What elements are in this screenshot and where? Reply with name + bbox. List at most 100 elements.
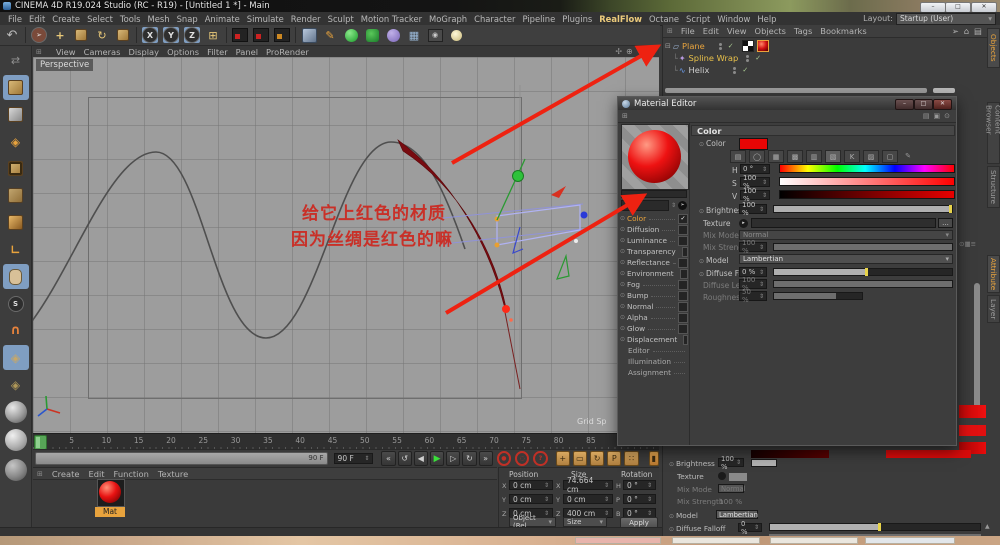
picture-mode-icon[interactable]: ▩ bbox=[787, 150, 803, 163]
channel-luminance[interactable]: ⊙ Luminance bbox=[620, 235, 688, 246]
channel-checkbox[interactable] bbox=[678, 301, 688, 312]
add-cube-icon[interactable] bbox=[301, 27, 317, 43]
channel-checkbox[interactable] bbox=[678, 224, 688, 235]
vp-menu-prorender[interactable]: ProRender bbox=[266, 47, 309, 57]
matmgr-menu-create[interactable]: Create bbox=[52, 469, 80, 479]
panel-menu-icon[interactable]: ⊞ bbox=[667, 27, 673, 35]
render-view-icon[interactable] bbox=[232, 27, 248, 43]
workplane-align-icon[interactable]: ◈ bbox=[3, 372, 29, 397]
om-horizontal-scrollbar[interactable] bbox=[665, 88, 927, 93]
object-name[interactable]: Plane bbox=[682, 41, 705, 51]
deformer-icon[interactable] bbox=[385, 27, 401, 43]
vp-menu-filter[interactable]: Filter bbox=[207, 47, 228, 57]
object-name[interactable]: Helix bbox=[689, 65, 710, 75]
me-panel-menu-icon[interactable]: ⊞ bbox=[622, 112, 628, 120]
palette-sphere3-icon[interactable] bbox=[3, 456, 29, 484]
channel-checkbox[interactable] bbox=[678, 279, 688, 290]
channel-normal[interactable]: ⊙ Normal bbox=[620, 301, 688, 312]
s-field[interactable]: 100 % ⇕ bbox=[740, 174, 770, 190]
om-menu-objects[interactable]: Objects bbox=[755, 26, 786, 36]
environment-icon[interactable]: ▦ bbox=[406, 27, 422, 43]
spinner-icon[interactable]: ⇕ bbox=[671, 202, 676, 209]
texture-path-field[interactable] bbox=[751, 218, 936, 228]
channel-displacement[interactable]: ⊙ Displacement bbox=[620, 334, 688, 345]
camera-icon[interactable]: ◉ bbox=[427, 27, 443, 43]
am-val-gradient[interactable] bbox=[751, 450, 829, 458]
render-picture-viewer-icon[interactable] bbox=[253, 27, 269, 43]
undo-icon[interactable]: ↶ bbox=[4, 27, 20, 43]
swatches-mode-icon[interactable]: ▢ bbox=[882, 150, 898, 163]
generators-icon[interactable] bbox=[343, 27, 359, 43]
om-scrollbar-thumb[interactable] bbox=[933, 88, 955, 93]
prev-frame-button[interactable]: ◀ bbox=[413, 451, 428, 466]
timeline-ruler[interactable]: 0510152025303540455055606570758085 bbox=[33, 433, 659, 450]
move-tool-icon[interactable]: + bbox=[52, 27, 68, 43]
me-minimize-button[interactable]: – bbox=[895, 99, 914, 110]
menu-plugins[interactable]: Plugins bbox=[562, 14, 592, 24]
channel-illumination[interactable]: Illumination bbox=[620, 356, 688, 367]
vp-menu-cameras[interactable]: Cameras bbox=[84, 47, 121, 57]
rgb-mode-icon[interactable]: ▥ bbox=[806, 150, 822, 163]
material-preview[interactable] bbox=[621, 124, 689, 190]
edges-mode-icon[interactable] bbox=[3, 183, 29, 208]
expander-icon[interactable]: ⊟ bbox=[665, 42, 671, 50]
key-rotation-toggle[interactable]: ↻ bbox=[590, 451, 605, 466]
channel-diffusion[interactable]: ⊙ Diffusion bbox=[620, 224, 688, 235]
model-dropdown[interactable]: Lambertian ▾ bbox=[739, 254, 953, 264]
vp-menu-options[interactable]: Options bbox=[167, 47, 199, 57]
preview-range-slider[interactable]: 90 F bbox=[35, 452, 328, 465]
visibility-dots[interactable] bbox=[746, 54, 750, 62]
frame-tick-70[interactable]: 70 bbox=[489, 436, 499, 445]
key-point-level-toggle[interactable]: ∷ bbox=[624, 451, 639, 466]
frame-tick-30[interactable]: 30 bbox=[231, 436, 241, 445]
next-key-button[interactable]: ↻ bbox=[462, 451, 477, 466]
am-red-gradient[interactable] bbox=[886, 450, 971, 458]
me-close-button[interactable]: ✕ bbox=[933, 99, 952, 110]
palette-sphere-icon[interactable] bbox=[3, 399, 29, 424]
menu-tools[interactable]: Tools bbox=[120, 14, 141, 24]
zoom-view-icon[interactable]: ⊕ bbox=[626, 47, 633, 56]
light-icon[interactable] bbox=[448, 27, 464, 43]
viewport-canvas[interactable]: Perspective Grid Sp 给它上红色的材质 因为丝绸是红色的嘛 bbox=[33, 57, 659, 433]
enable-check[interactable]: ✓ bbox=[755, 54, 761, 62]
visibility-dots[interactable] bbox=[733, 66, 737, 74]
eyedropper-icon[interactable]: ✎ bbox=[901, 150, 915, 161]
value-gradient-bar[interactable] bbox=[779, 190, 955, 199]
channel-bump[interactable]: ⊙ Bump bbox=[620, 290, 688, 301]
hsv-mode-icon[interactable]: ▧ bbox=[825, 150, 841, 163]
matmgr-menu-edit[interactable]: Edit bbox=[88, 469, 104, 479]
next-frame-button[interactable]: ▷ bbox=[446, 451, 461, 466]
coordinate-system-icon[interactable]: ⊞ bbox=[205, 27, 221, 43]
matmgr-menu-texture[interactable]: Texture bbox=[158, 469, 188, 479]
frame-tick-35[interactable]: 35 bbox=[263, 436, 273, 445]
play-button[interactable]: ▶ bbox=[429, 451, 445, 466]
axis-mode-icon[interactable]: ∟ bbox=[3, 237, 29, 262]
coord-mode-dropdown[interactable]: Object (Rel ▾ bbox=[509, 514, 556, 530]
last-tool-icon[interactable] bbox=[115, 27, 131, 43]
texture-browse-button[interactable]: ... bbox=[938, 218, 953, 228]
polygons-mode-icon[interactable] bbox=[3, 210, 29, 235]
snap-icon[interactable]: S bbox=[3, 291, 29, 316]
enable-check[interactable]: ✓ bbox=[742, 66, 748, 74]
tab-layer[interactable]: Layer bbox=[987, 295, 1000, 323]
goto-end-button[interactable]: » bbox=[478, 451, 493, 466]
make-editable-icon[interactable]: ⇄ bbox=[3, 48, 29, 73]
channel-checkbox[interactable] bbox=[678, 323, 688, 334]
rot-p-field[interactable]: 0 ° ⇕ bbox=[623, 494, 656, 504]
menu-motion-tracker[interactable]: Motion Tracker bbox=[361, 14, 422, 24]
tab-structure[interactable]: Structure bbox=[987, 166, 1000, 208]
object-row-helix[interactable]: └ ∿ Helix ✓ bbox=[663, 64, 963, 76]
frame-tick-40[interactable]: 40 bbox=[295, 436, 305, 445]
pos-x-field[interactable]: 0 cm ⇕ bbox=[509, 480, 553, 490]
channel-color[interactable]: ⊙ Color ✓ bbox=[620, 213, 688, 224]
frame-tick-20[interactable]: 20 bbox=[166, 436, 176, 445]
me-maximize-button[interactable]: □ bbox=[914, 99, 933, 110]
menu-realflow[interactable]: RealFlow bbox=[599, 14, 642, 24]
tab-objects[interactable]: Objects bbox=[987, 28, 1000, 68]
menu-animate[interactable]: Animate bbox=[205, 14, 240, 24]
key-position-toggle[interactable]: + bbox=[555, 451, 570, 466]
material-tag-icon[interactable] bbox=[756, 40, 769, 52]
me-lock-icon[interactable]: ⊙ bbox=[944, 112, 950, 120]
viewport-solo-icon[interactable] bbox=[2, 264, 29, 289]
h-field[interactable]: 0 ° ⇕ bbox=[740, 164, 770, 174]
